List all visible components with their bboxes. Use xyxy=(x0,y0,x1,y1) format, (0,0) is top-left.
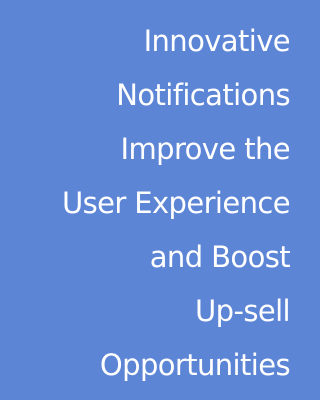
headline-line: Opportunities xyxy=(99,348,291,382)
headline-line: Improve the xyxy=(120,132,291,166)
headline-line: User Experience xyxy=(61,186,291,220)
headline-line: and Boost xyxy=(149,240,291,274)
headline-line: Innovative xyxy=(143,24,291,58)
promo-banner: Innovative Notifications Improve the Use… xyxy=(0,0,298,400)
headline-line: Notifications xyxy=(116,78,290,112)
banner-headline: Innovative Notifications Improve the Use… xyxy=(0,14,291,392)
headline-line: Up-sell xyxy=(195,294,291,328)
